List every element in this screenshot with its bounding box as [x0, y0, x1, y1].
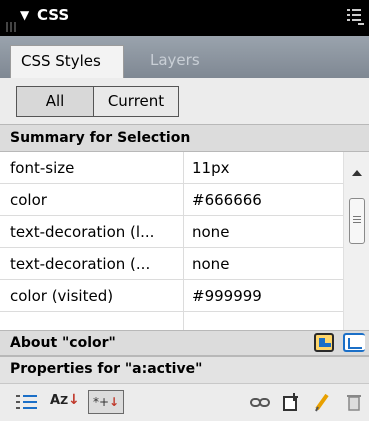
- current-button[interactable]: Current: [93, 86, 179, 117]
- scroll-thumb[interactable]: [349, 198, 365, 244]
- property-value[interactable]: none: [192, 223, 229, 241]
- property-value[interactable]: #666666: [192, 191, 262, 209]
- about-view-icons: [309, 333, 369, 355]
- all-button[interactable]: All: [16, 86, 93, 117]
- edit-style-icon[interactable]: [314, 392, 330, 414]
- property-value[interactable]: #999999: [192, 287, 262, 305]
- table-row[interactable]: font-size 11px: [0, 152, 343, 184]
- collapse-arrow-icon[interactable]: ▼: [20, 8, 29, 22]
- panel-grip-icon[interactable]: [6, 22, 18, 32]
- property-value[interactable]: none: [192, 255, 229, 273]
- new-rule-icon[interactable]: [282, 392, 300, 414]
- attach-stylesheet-icon[interactable]: [250, 392, 274, 414]
- summary-header[interactable]: Summary for Selection: [0, 124, 369, 152]
- table-row[interactable]: color #666666: [0, 184, 343, 216]
- az-sub-label: Z: [60, 394, 69, 407]
- az-view-icon[interactable]: AZ↓: [50, 392, 84, 414]
- bottom-toolbar: AZ↓ *+↓: [0, 383, 369, 421]
- property-name: color (visited): [10, 287, 114, 305]
- table-row[interactable]: color (visited) #999999: [0, 280, 343, 312]
- property-name: text-decoration (...: [10, 255, 151, 273]
- property-name: color: [10, 191, 47, 209]
- panel-title: CSS: [37, 6, 70, 24]
- properties-header[interactable]: Properties for "a:active": [0, 356, 369, 383]
- scroll-up-arrow-icon[interactable]: [352, 170, 362, 176]
- property-value[interactable]: 11px: [192, 159, 230, 177]
- property-name: text-decoration (l...: [10, 223, 155, 241]
- show-cascade-icon[interactable]: [343, 333, 365, 352]
- show-info-icon[interactable]: [314, 333, 334, 352]
- table-row[interactable]: text-decoration (... none: [0, 248, 343, 280]
- summary-scrollbar[interactable]: [343, 152, 369, 348]
- view-toggle: All Current: [0, 78, 369, 124]
- category-view-icon[interactable]: [16, 392, 38, 414]
- panel-titlebar[interactable]: ▼ CSS: [0, 0, 369, 36]
- set-label: *+: [92, 395, 109, 409]
- panel-options-icon[interactable]: [347, 5, 365, 27]
- delete-rule-icon[interactable]: [346, 392, 362, 414]
- az-label: A: [50, 393, 61, 408]
- table-row[interactable]: text-decoration (l... none: [0, 216, 343, 248]
- set-properties-icon[interactable]: *+↓: [88, 390, 124, 414]
- summary-grid: font-size 11px color #666666 text-decora…: [0, 152, 369, 348]
- tab-bar: CSS Styles Layers: [0, 36, 369, 78]
- property-name: font-size: [10, 159, 75, 177]
- tab-layers[interactable]: Layers: [140, 45, 210, 78]
- tab-css-styles[interactable]: CSS Styles: [10, 45, 124, 78]
